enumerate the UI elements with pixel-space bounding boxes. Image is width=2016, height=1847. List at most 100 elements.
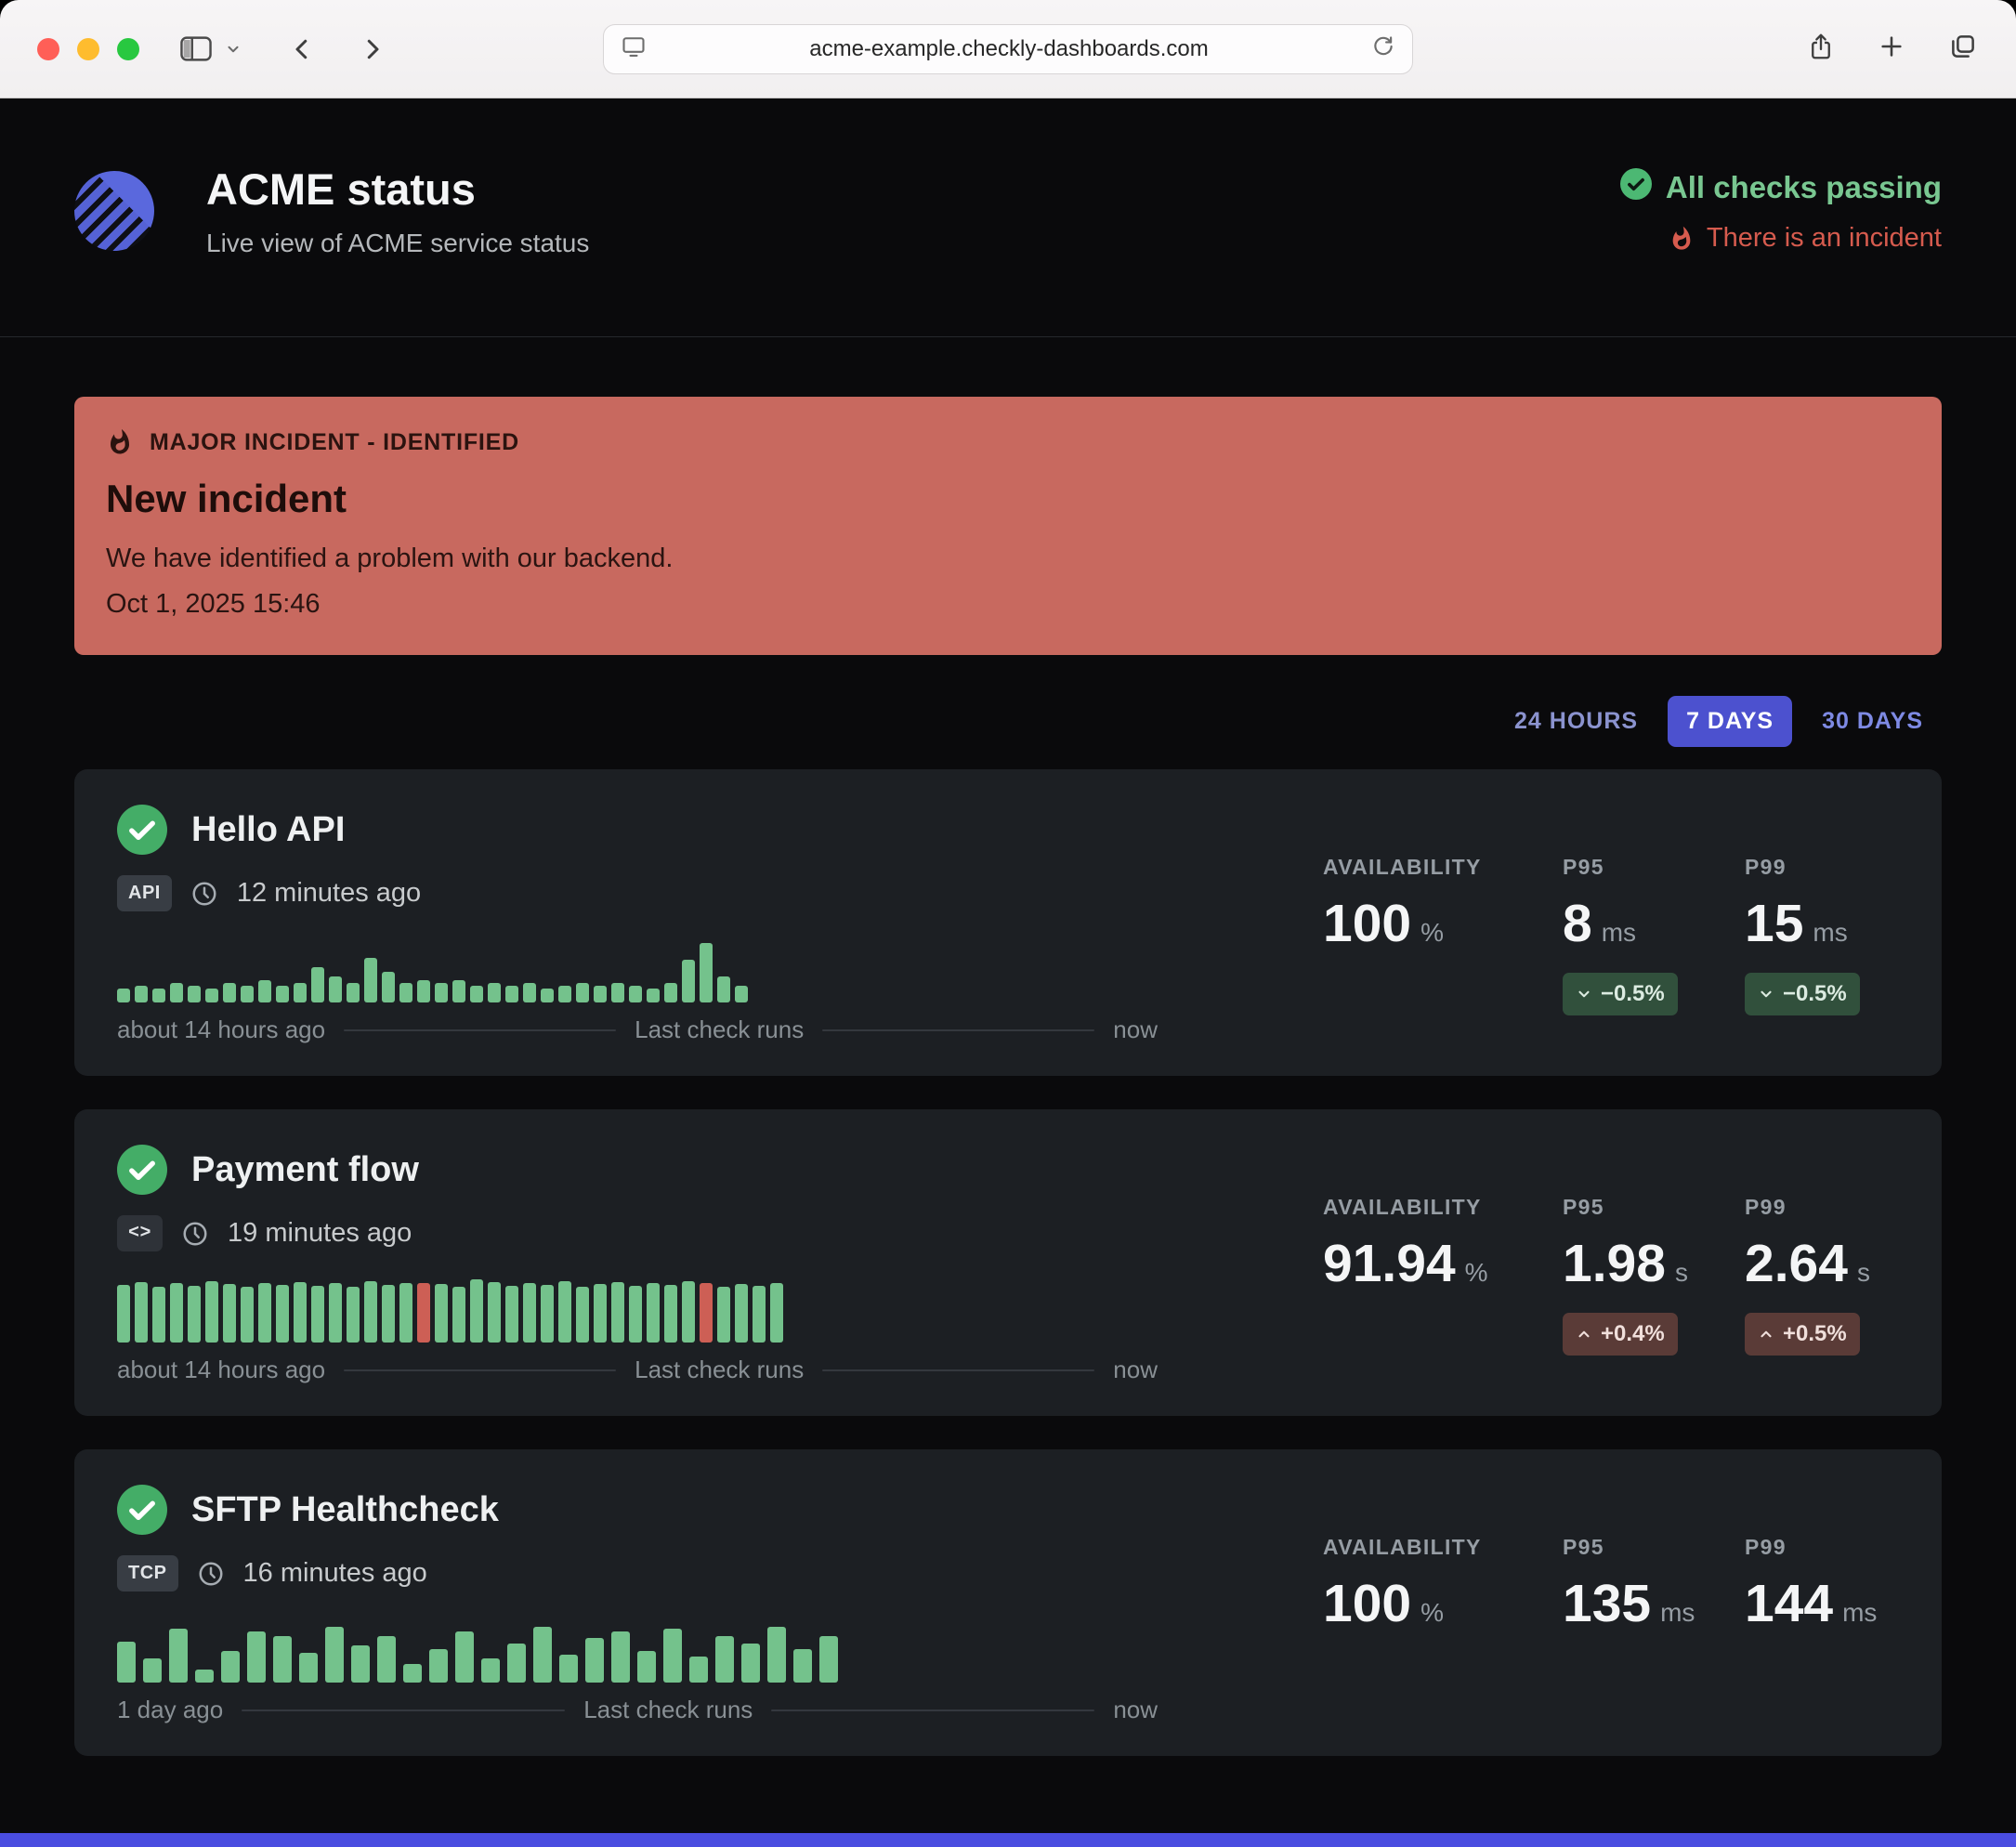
- check-run-bar[interactable]: [770, 1283, 783, 1343]
- check-run-bar[interactable]: [507, 1644, 526, 1683]
- minimize-window-button[interactable]: [77, 38, 99, 60]
- check-run-bar[interactable]: [735, 1284, 748, 1343]
- check-run-bar[interactable]: [559, 1655, 578, 1683]
- check-run-bar[interactable]: [135, 1282, 148, 1343]
- check-run-bar[interactable]: [135, 986, 148, 1002]
- check-run-bar[interactable]: [576, 983, 589, 1002]
- forward-button[interactable]: [359, 35, 386, 63]
- check-run-bar[interactable]: [637, 1651, 656, 1683]
- check-run-bar[interactable]: [585, 1638, 604, 1683]
- check-run-bar[interactable]: [364, 1281, 377, 1343]
- check-run-bar[interactable]: [241, 986, 254, 1002]
- check-run-bar[interactable]: [793, 1649, 812, 1683]
- check-run-bar[interactable]: [205, 989, 218, 1002]
- check-run-bar[interactable]: [347, 1287, 360, 1343]
- check-run-bar[interactable]: [205, 1281, 218, 1343]
- check-run-bar[interactable]: [735, 986, 748, 1002]
- check-run-bar[interactable]: [382, 1285, 395, 1343]
- check-run-bar[interactable]: [170, 1283, 183, 1343]
- check-run-bar[interactable]: [717, 976, 730, 1002]
- check-run-bar[interactable]: [664, 1285, 677, 1343]
- check-run-bar[interactable]: [258, 980, 271, 1002]
- check-run-bar[interactable]: [347, 983, 360, 1002]
- check-run-bar[interactable]: [351, 1645, 370, 1683]
- check-run-bar[interactable]: [488, 1282, 501, 1343]
- check-run-bar[interactable]: [247, 1631, 266, 1683]
- check-run-bar[interactable]: [435, 983, 448, 1002]
- check-run-bar[interactable]: [221, 1651, 240, 1683]
- range-tab-24-hours[interactable]: 24 HOURS: [1496, 696, 1656, 747]
- check-run-bar[interactable]: [241, 1287, 254, 1343]
- check-run-bar[interactable]: [455, 1631, 474, 1683]
- check-run-bar[interactable]: [689, 1657, 708, 1683]
- check-run-bar[interactable]: [329, 1283, 342, 1343]
- check-run-bar[interactable]: [611, 1282, 624, 1343]
- check-run-bar[interactable]: [364, 958, 377, 1002]
- check-run-bar[interactable]: [399, 983, 412, 1002]
- check-run-bar[interactable]: [143, 1658, 162, 1683]
- check-run-bar[interactable]: [767, 1627, 786, 1683]
- check-run-bar[interactable]: [647, 989, 660, 1002]
- check-run-bar[interactable]: [452, 980, 465, 1002]
- check-run-bar[interactable]: [611, 1631, 630, 1683]
- check-run-bar[interactable]: [117, 989, 130, 1002]
- check-run-bar[interactable]: [594, 986, 607, 1002]
- range-tab-30-days[interactable]: 30 DAYS: [1803, 696, 1942, 747]
- check-run-bar[interactable]: [700, 1283, 713, 1343]
- close-window-button[interactable]: [37, 38, 59, 60]
- check-run-bar[interactable]: [523, 1283, 536, 1343]
- status-incident-link[interactable]: There is an incident: [1669, 223, 1942, 254]
- check-run-bar[interactable]: [169, 1629, 188, 1683]
- back-button[interactable]: [288, 35, 316, 63]
- check-run-bar[interactable]: [715, 1636, 734, 1683]
- check-run-bar[interactable]: [377, 1636, 396, 1683]
- check-run-bar[interactable]: [223, 1284, 236, 1343]
- check-run-bar[interactable]: [417, 1283, 430, 1343]
- check-run-bar[interactable]: [533, 1627, 552, 1683]
- check-run-bar[interactable]: [276, 1285, 289, 1343]
- check-run-bar[interactable]: [488, 983, 501, 1002]
- check-run-bar[interactable]: [819, 1636, 838, 1683]
- share-button[interactable]: [1808, 32, 1834, 66]
- reload-icon[interactable]: [1371, 34, 1395, 63]
- fullscreen-window-button[interactable]: [117, 38, 139, 60]
- check-run-bar[interactable]: [273, 1636, 292, 1683]
- new-tab-button[interactable]: [1879, 33, 1905, 64]
- check-run-bar[interactable]: [399, 1283, 412, 1343]
- check-run-bar[interactable]: [558, 986, 571, 1002]
- check-run-bar[interactable]: [629, 986, 642, 1002]
- tab-overview-button[interactable]: [1949, 33, 1977, 65]
- check-run-bar[interactable]: [435, 1284, 448, 1343]
- check-run-bar[interactable]: [294, 983, 307, 1002]
- check-run-bar[interactable]: [311, 1286, 324, 1343]
- page-settings-icon[interactable]: [621, 33, 647, 64]
- check-run-bar[interactable]: [541, 989, 554, 1002]
- check-run-bar[interactable]: [188, 1286, 201, 1343]
- check-run-bar[interactable]: [576, 1287, 589, 1343]
- check-run-bar[interactable]: [452, 1287, 465, 1343]
- check-run-bar[interactable]: [647, 1283, 660, 1343]
- check-run-bar[interactable]: [470, 986, 483, 1002]
- check-run-bar[interactable]: [505, 1286, 518, 1343]
- check-run-bar[interactable]: [325, 1627, 344, 1683]
- check-run-bar[interactable]: [682, 1281, 695, 1343]
- check-run-bar[interactable]: [753, 1286, 766, 1343]
- check-run-bar[interactable]: [170, 983, 183, 1002]
- check-run-bar[interactable]: [717, 1287, 730, 1343]
- check-run-bar[interactable]: [117, 1285, 130, 1343]
- check-run-bar[interactable]: [429, 1649, 448, 1683]
- check-run-bar[interactable]: [223, 983, 236, 1002]
- check-run-bar[interactable]: [117, 1642, 136, 1683]
- check-run-bar[interactable]: [541, 1285, 554, 1343]
- check-run-bar[interactable]: [329, 976, 342, 1002]
- check-run-bar[interactable]: [152, 1287, 165, 1343]
- check-run-bar[interactable]: [294, 1282, 307, 1343]
- check-run-bar[interactable]: [629, 1286, 642, 1343]
- sidebar-toggle-button[interactable]: [180, 36, 212, 61]
- range-tab-7-days[interactable]: 7 DAYS: [1668, 696, 1792, 747]
- check-run-bar[interactable]: [195, 1670, 214, 1683]
- check-run-bar[interactable]: [664, 983, 677, 1002]
- address-bar[interactable]: acme-example.checkly-dashboards.com: [603, 24, 1413, 74]
- check-run-bar[interactable]: [470, 1279, 483, 1343]
- check-run-bar[interactable]: [611, 983, 624, 1002]
